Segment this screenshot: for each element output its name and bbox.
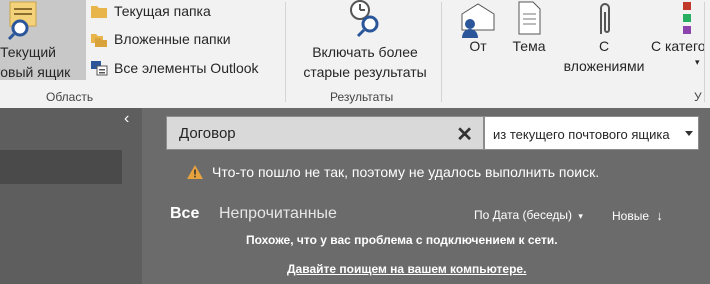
ribbon-separator (441, 2, 442, 102)
search-local-link[interactable]: Давайте поищем на вашем компьютере. (287, 262, 526, 276)
ribbon-separator (704, 2, 705, 102)
scope-all-outlook[interactable]: Все элементы Outlook (90, 57, 259, 79)
ribbon: Текущий товый ящик Текущая папка Вложенн… (0, 0, 710, 108)
scope-current-folder[interactable]: Текущая папка (90, 0, 211, 22)
warning-text: Что-то пошло не так, поэтому не удалось … (212, 164, 600, 180)
chevron-down-icon: ▾ (578, 211, 583, 221)
folder-icon (90, 3, 108, 19)
refine-from-button[interactable]: От (455, 0, 501, 90)
chevron-down-icon: ▾ (695, 57, 700, 67)
scope-subfolders[interactable]: Вложенные папки (90, 28, 231, 50)
search-scope-value: из текущего почтового ящика (493, 127, 670, 142)
current-mailbox-label: Текущий товый ящик (0, 42, 100, 82)
chevron-down-icon (685, 131, 693, 136)
clock-search-icon (350, 0, 379, 38)
refine-categories-button[interactable]: С катего ▾ (651, 0, 710, 90)
search-error-banner: Что-то пошло не так, поэтому не удалось … (186, 164, 599, 180)
close-icon[interactable]: ✕ (456, 122, 473, 147)
sort-by-dropdown[interactable]: По Дата (беседы) ▾ (474, 208, 583, 222)
collapse-pane-icon[interactable]: ‹ (124, 110, 129, 128)
current-mailbox-button[interactable]: Текущий товый ящик (0, 0, 86, 80)
sort-order-label: Новые (612, 209, 650, 223)
nav-selected-item[interactable] (0, 150, 122, 184)
include-older-line1: Включать более (312, 44, 418, 60)
navigation-pane (0, 108, 142, 284)
search-input[interactable]: Договор ✕ (166, 116, 484, 150)
sort-by-label: По Дата (беседы) (474, 208, 572, 222)
refine-subject-label: Тема (512, 38, 546, 54)
refine-attachments-line2: вложениями (563, 58, 645, 74)
mailbox-search-icon (7, 1, 37, 40)
refine-categories-label: С катего (651, 38, 706, 54)
person-mail-icon (461, 3, 495, 38)
all-outlook-items-icon (90, 60, 108, 76)
refine-attachments-line1: С (598, 38, 610, 54)
paperclip-icon (600, 3, 610, 34)
arrow-down-icon: ↓ (656, 208, 663, 223)
categories-icon (683, 2, 691, 34)
network-problem-message: Похоже, что у вас проблема с подключение… (246, 233, 558, 247)
document-icon (518, 1, 541, 35)
warning-icon (187, 165, 203, 179)
include-older-results-button[interactable]: Включать более старые результаты (296, 0, 434, 90)
refine-group-label: У (694, 90, 702, 104)
include-older-line2: старые результаты (303, 64, 427, 80)
scope-current-folder-label: Текущая папка (114, 3, 211, 19)
results-group-label: Результаты (330, 90, 394, 104)
scope-subfolders-label: Вложенные папки (114, 31, 231, 47)
ribbon-separator (285, 2, 286, 102)
subfolders-icon (90, 31, 108, 47)
scope-all-outlook-label: Все элементы Outlook (114, 60, 259, 76)
refine-from-label: От (469, 38, 487, 54)
scope-group-label: Область (46, 90, 94, 104)
refine-attachments-button[interactable]: С вложениями (558, 0, 650, 90)
refine-subject-button[interactable]: Тема (506, 0, 552, 90)
tab-all[interactable]: Все (170, 205, 199, 223)
current-mailbox-line2: товый ящик (0, 64, 71, 80)
sort-order-toggle[interactable]: Новые ↓ (612, 208, 663, 223)
search-scope-dropdown[interactable]: из текущего почтового ящика (484, 116, 699, 150)
search-query-text: Договор (179, 125, 236, 142)
tab-unread[interactable]: Непрочитанные (219, 205, 337, 223)
current-mailbox-line1: Текущий (0, 44, 56, 60)
